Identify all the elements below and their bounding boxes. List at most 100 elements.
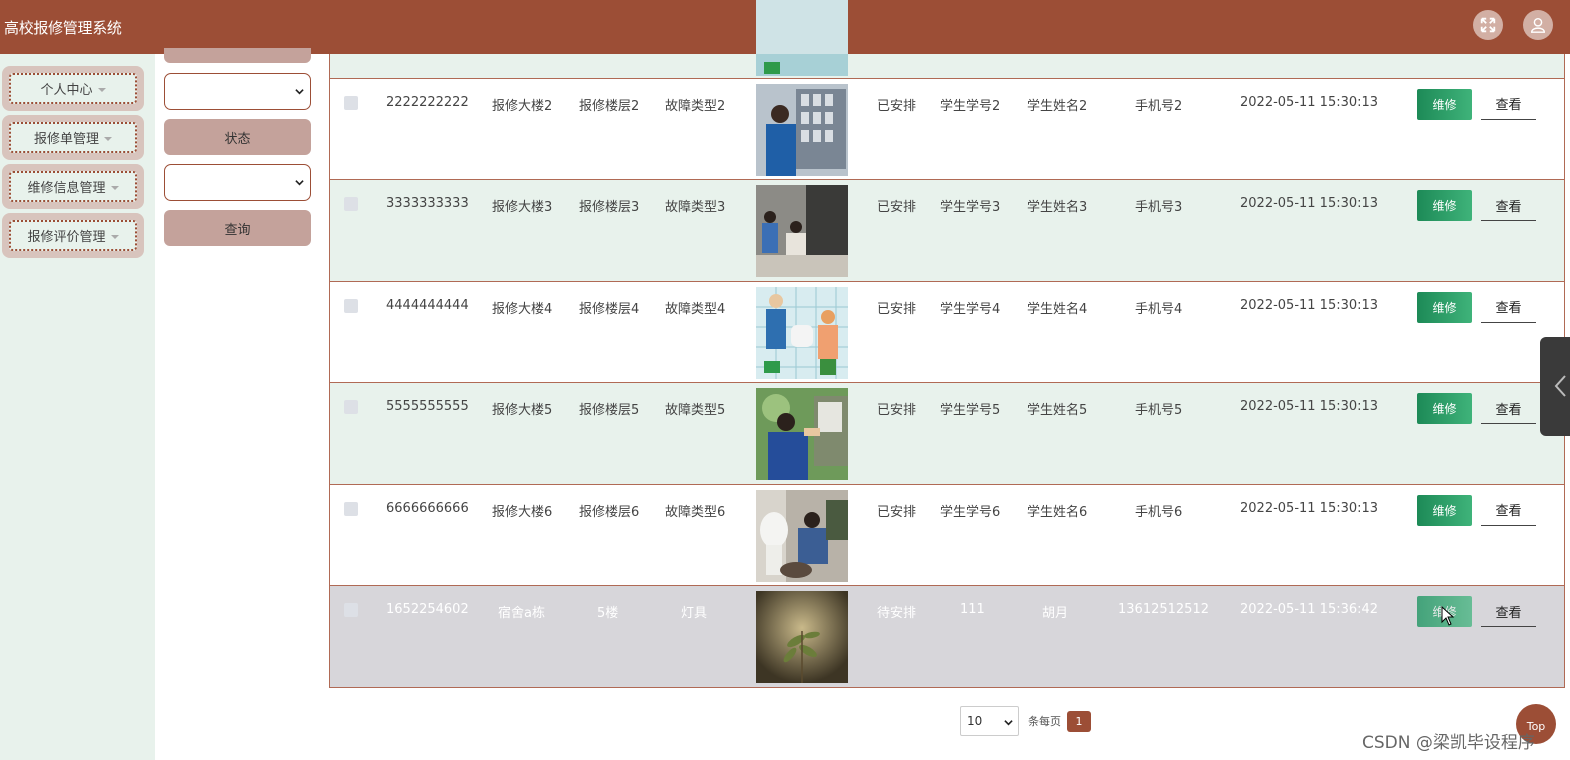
cell-floor: 报修楼层5 (579, 403, 640, 418)
cell-time: 2022-05-11 15:30:13 (1240, 94, 1379, 110)
cell-phone: 手机号2 (1135, 98, 1183, 114)
cell-floor: 报修楼层2 (579, 98, 640, 114)
app-title: 高校报修管理系统 (4, 18, 122, 37)
cell-fault: 故障类型4 (665, 301, 726, 317)
cell-no: 5555555555 (386, 399, 469, 414)
row-checkbox[interactable] (344, 197, 358, 211)
cell-fault: 灯具 (681, 606, 708, 621)
cell-fault: 故障类型5 (665, 403, 726, 418)
row-checkbox[interactable] (344, 501, 358, 516)
sidebar-item-repair-info[interactable]: 维修信息管理 (2, 164, 144, 209)
cell-no: 6666666666 (386, 500, 469, 516)
cell-building: 报修大楼5 (492, 403, 553, 418)
cell-floor: 报修楼层3 (579, 200, 640, 215)
pagination: 10 条每页 1 (960, 706, 1091, 736)
fullscreen-button[interactable] (1473, 10, 1503, 40)
mouse-cursor-icon (1441, 606, 1455, 626)
repair-button[interactable]: 维修 (1417, 393, 1472, 424)
cell-phone: 手机号4 (1135, 301, 1183, 317)
cell-phone: 手机号5 (1135, 403, 1183, 418)
cell-status: 已安排 (877, 200, 917, 215)
cell-student-id: 学生学号4 (940, 301, 1001, 317)
chevron-down-icon (1004, 720, 1013, 726)
view-button[interactable]: 查看 (1481, 190, 1536, 221)
table-row[interactable]: 3333333333 报修大楼3 报修楼层3 故障类型3 已安排 学生学号3 学… (330, 180, 1564, 282)
filter-button-partial[interactable] (164, 48, 311, 63)
cell-status: 已安排 (877, 98, 917, 114)
cell-no: 2222222222 (386, 94, 469, 110)
chevron-down-icon (110, 185, 119, 190)
table-row[interactable]: 4444444444 报修大楼4 报修楼层4 故障类型4 已安排 学生学号4 学… (330, 281, 1564, 383)
cell-no: 3333333333 (386, 196, 469, 211)
status-label-button: 状态 (164, 119, 311, 155)
view-button[interactable]: 查看 (1481, 89, 1536, 120)
repair-button[interactable]: 维修 (1417, 190, 1472, 221)
expand-icon (1480, 17, 1496, 33)
view-button[interactable]: 查看 (1481, 393, 1536, 424)
table-row[interactable]: 1652254602 宿舍a栋 5楼 灯具 待安排 111 胡月 1361251… (330, 586, 1564, 688)
view-button[interactable]: 查看 (1481, 596, 1536, 627)
repair-photo (756, 489, 848, 582)
cell-time: 2022-05-11 15:30:13 (1240, 297, 1379, 313)
cell-building: 报修大楼4 (492, 301, 553, 317)
cell-student-name: 学生姓名2 (1027, 98, 1088, 114)
query-button[interactable]: 查询 (164, 210, 311, 246)
repair-button[interactable]: 维修 (1417, 494, 1472, 526)
cell-student-name: 胡月 (1042, 606, 1069, 621)
cell-fault: 故障类型3 (665, 200, 726, 215)
page-size-select[interactable]: 10 (960, 706, 1019, 736)
cell-student-name: 学生姓名5 (1027, 403, 1088, 418)
repair-photo (756, 286, 848, 379)
sidebar-item-personal-center[interactable]: 个人中心 (2, 66, 144, 111)
row-checkbox[interactable] (344, 603, 358, 617)
repair-photo (756, 591, 848, 683)
filter-select-1[interactable] (164, 73, 311, 110)
repair-photo (756, 0, 848, 76)
view-button[interactable]: 查看 (1481, 495, 1536, 526)
cell-time: 2022-05-11 15:30:13 (1240, 399, 1379, 414)
chevron-left-icon (1554, 375, 1566, 397)
view-button[interactable]: 查看 (1481, 292, 1536, 323)
cell-student-id: 学生学号5 (940, 403, 1001, 418)
repair-table: 2222222222 报修大楼2 报修楼层2 故障类型2 已安排 学生学号2 学… (329, 0, 1565, 688)
sidebar-item-repair-orders[interactable]: 报修单管理 (2, 115, 144, 160)
user-menu-button[interactable] (1523, 10, 1553, 40)
cell-floor: 报修楼层4 (579, 301, 640, 317)
row-checkbox[interactable] (344, 95, 358, 110)
cell-building: 报修大楼3 (492, 200, 553, 215)
sidebar-item-label: 个人中心 (40, 83, 93, 98)
repair-photo (756, 388, 848, 480)
cell-phone: 13612512512 (1118, 602, 1209, 617)
cell-student-id: 111 (960, 602, 985, 617)
cell-status: 已安排 (877, 301, 917, 317)
cell-student-id: 学生学号2 (940, 98, 1001, 114)
cell-floor: 报修楼层6 (579, 504, 640, 520)
cell-floor: 5楼 (597, 606, 619, 621)
cell-phone: 手机号3 (1135, 200, 1183, 215)
row-checkbox[interactable] (344, 298, 358, 313)
sidebar-item-label: 报修评价管理 (27, 230, 106, 245)
cell-student-name: 学生姓名4 (1027, 301, 1088, 317)
table-row[interactable]: 2222222222 报修大楼2 报修楼层2 故障类型2 已安排 学生学号2 学… (330, 78, 1564, 180)
page-size-value: 10 (967, 714, 983, 728)
page-number-current[interactable]: 1 (1067, 710, 1091, 732)
repair-button[interactable]: 维修 (1417, 291, 1472, 323)
cell-student-name: 学生姓名3 (1027, 200, 1088, 215)
watermark: CSDN @梁凯毕设程序 (1362, 733, 1535, 753)
repair-button[interactable]: 维修 (1417, 88, 1472, 120)
status-select[interactable] (164, 164, 311, 201)
cell-phone: 手机号6 (1135, 504, 1183, 520)
sidebar: 个人中心 报修单管理 维修信息管理 报修评价管理 (0, 54, 155, 760)
table-row[interactable]: 5555555555 报修大楼5 报修楼层5 故障类型5 已安排 学生学号5 学… (330, 383, 1564, 485)
cell-time: 2022-05-11 15:30:13 (1240, 196, 1379, 211)
table-row[interactable]: 6666666666 报修大楼6 报修楼层6 故障类型6 已安排 学生学号6 学… (330, 484, 1564, 586)
user-icon (1530, 17, 1546, 33)
cell-fault: 故障类型6 (665, 504, 726, 520)
repair-photo (756, 185, 848, 277)
side-drawer-toggle[interactable] (1540, 337, 1570, 436)
cell-building: 宿舍a栋 (498, 606, 545, 621)
cell-time: 2022-05-11 15:30:13 (1240, 500, 1379, 516)
cell-no: 1652254602 (386, 602, 469, 617)
row-checkbox[interactable] (344, 400, 358, 414)
sidebar-item-repair-reviews[interactable]: 报修评价管理 (2, 213, 144, 258)
